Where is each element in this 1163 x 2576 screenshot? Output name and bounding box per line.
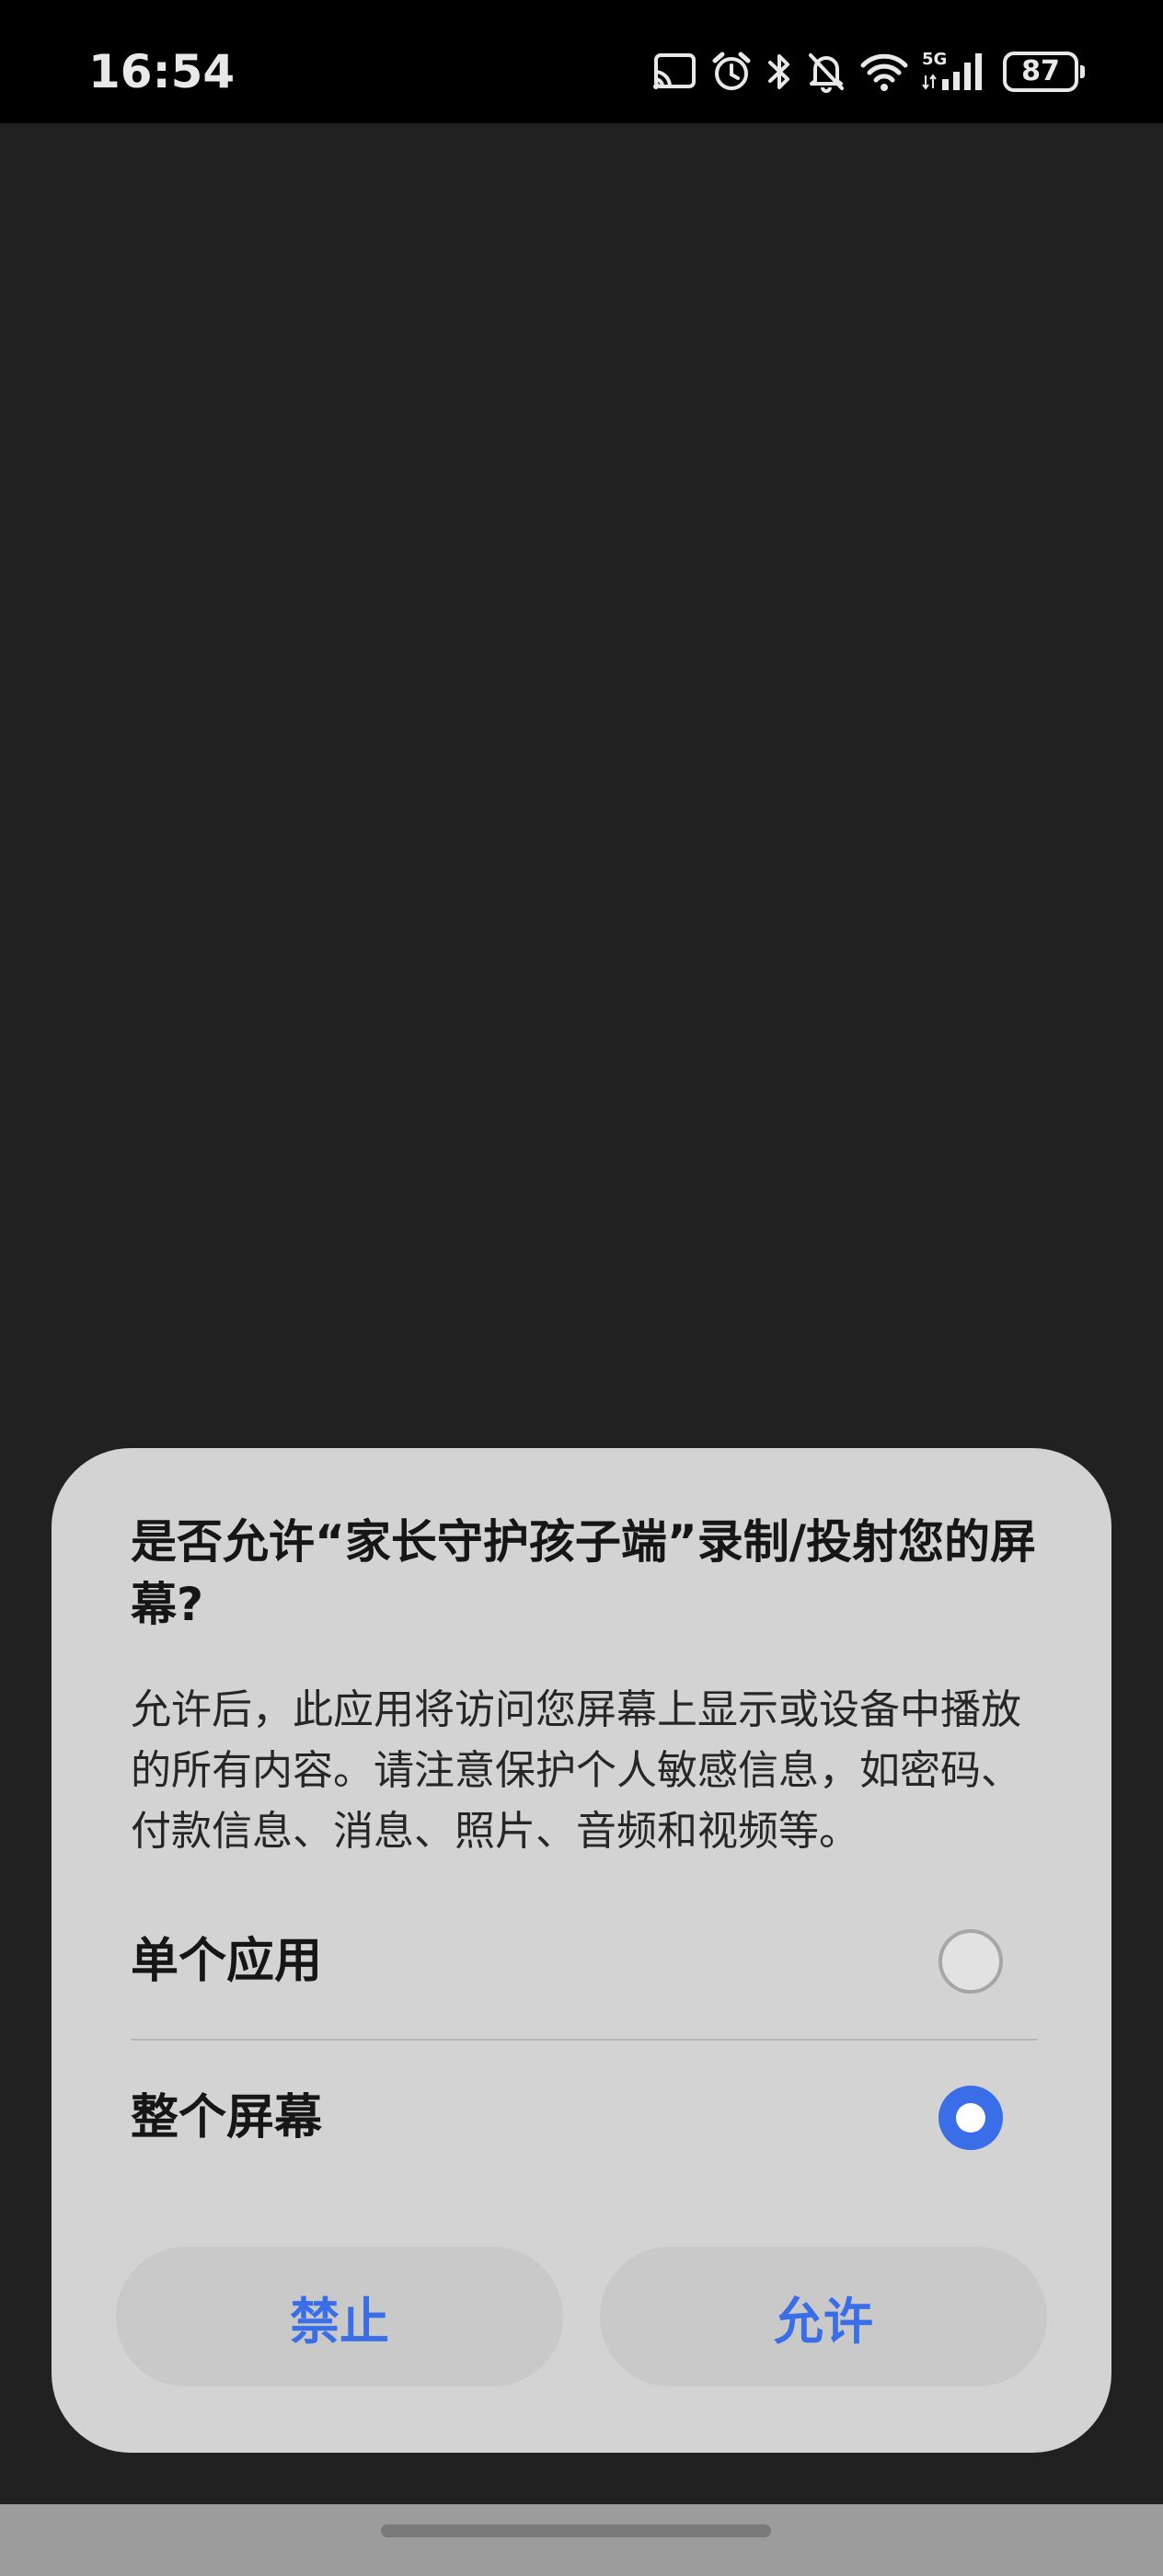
- network-type-label: 5G: [922, 50, 947, 69]
- battery-icon: 87: [1003, 52, 1085, 92]
- cellular-5g-icon: 5G: [922, 50, 990, 94]
- deny-button[interactable]: 禁止: [116, 2247, 563, 2386]
- status-time: 16:54: [88, 45, 236, 98]
- bluetooth-icon: [766, 51, 793, 93]
- option-single-app[interactable]: 单个应用: [131, 1895, 1038, 2024]
- battery-level: 87: [1021, 55, 1060, 87]
- screen-capture-permission-dialog: 是否允许“家长守护孩子端”录制/投射您的屏幕? 允许后，此应用将访问您屏幕上显示…: [52, 1448, 1111, 2453]
- option-entire-screen-label: 整个屏幕: [131, 2090, 323, 2145]
- status-icons: 5G 87: [651, 42, 1085, 101]
- allow-button[interactable]: 允许: [600, 2247, 1047, 2386]
- radio-selected-dot: [956, 2103, 985, 2133]
- option-entire-screen[interactable]: 整个屏幕: [131, 2052, 1038, 2180]
- dialog-title: 是否允许“家长守护孩子端”录制/投射您的屏幕?: [131, 1515, 1036, 1631]
- notifications-muted-icon: [806, 51, 846, 93]
- option-divider: [131, 2039, 1038, 2041]
- status-bar: 16:54 5G 87: [0, 0, 1163, 123]
- wifi-icon: [859, 52, 909, 92]
- navigation-bar: [0, 2504, 1163, 2576]
- dialog-message: 允许后，此应用将访问您屏幕上显示或设备中播放的所有内容。请注意保护个人敏感信息，…: [131, 1686, 1021, 1855]
- alarm-icon: [710, 51, 753, 93]
- option-single-app-label: 单个应用: [131, 1934, 323, 1989]
- home-gesture-handle[interactable]: [381, 2524, 771, 2537]
- screen-cast-icon: [651, 52, 697, 92]
- single-app-radio[interactable]: [938, 1929, 1003, 1994]
- entire-screen-radio[interactable]: [938, 2086, 1003, 2150]
